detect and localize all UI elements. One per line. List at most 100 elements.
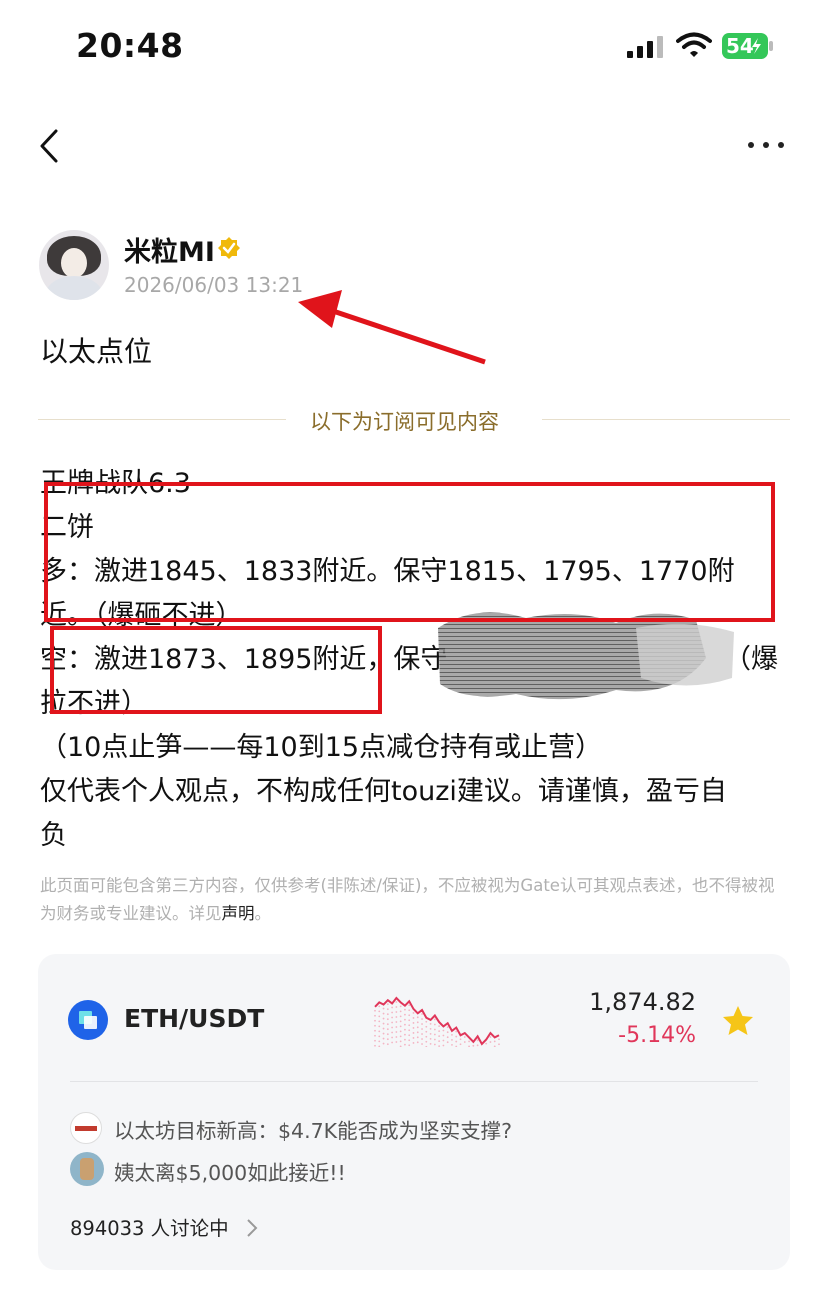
sparkline-fill-dot (391, 1021, 394, 1024)
sparkline-fill-dot (374, 1039, 376, 1042)
sparkline-fill-dot (391, 1031, 394, 1034)
verified-badge-icon (218, 237, 240, 259)
battery-icon: 54 (722, 33, 774, 59)
disclaimer-link[interactable]: 声明 (222, 904, 255, 923)
sparkline-fill-dot (399, 1005, 402, 1008)
sparkline-fill-dot (404, 1043, 406, 1046)
sparkline-fill-dot (408, 1004, 411, 1007)
news-item[interactable]: 以太坊目标新高：$4.7K能否成为坚实支撑? (114, 1114, 512, 1144)
sparkline-fill-dot (425, 1020, 428, 1023)
card-divider (70, 1081, 758, 1082)
sparkline-fill-dot (374, 1029, 376, 1032)
sparkline-fill-dot (374, 1034, 376, 1037)
sparkline-fill-dot (498, 1043, 500, 1046)
sparkline-fill-dot (459, 1038, 462, 1041)
sparkline-fill-dot (374, 1014, 376, 1017)
sparkline-fill-dot (451, 1043, 453, 1046)
sparkline-fill-dot (395, 1026, 398, 1028)
sparkline-fill-dot (399, 1015, 402, 1018)
sparkline-fill-dot (386, 1038, 389, 1041)
sparkline-fill-dot (395, 1021, 398, 1023)
sparkline-fill-dot (404, 1028, 406, 1031)
sparkline-fill-dot (412, 1037, 415, 1039)
sparkline-fill-dot (429, 1043, 432, 1045)
news-item[interactable]: 姨太离$5,000如此接近!! (114, 1156, 346, 1186)
sparkline-fill-dot (446, 1031, 449, 1034)
more-options-icon[interactable] (746, 135, 786, 155)
favorite-star-icon[interactable] (722, 1005, 754, 1037)
sparkline-fill-dot (421, 1018, 423, 1020)
sparkline-fill-dot (459, 1043, 462, 1046)
sparkline-fill-dot (395, 1006, 398, 1008)
sparkline-fill-dot (404, 1018, 406, 1021)
sparkline-fill-dot (382, 1042, 385, 1045)
sparkline-fill-dot (442, 1034, 445, 1037)
sparkline-fill-dot (489, 1041, 492, 1043)
sparkline-fill-dot (451, 1033, 453, 1036)
discussion-count[interactable]: 894033 人讨论中 (70, 1212, 229, 1241)
divider-right (542, 419, 790, 420)
sparkline-fill-dot (485, 1042, 488, 1045)
sparkline-fill-dot (446, 1036, 449, 1039)
sparkline-fill-dot (433, 1038, 436, 1041)
sparkline-fill-dot (429, 1033, 432, 1035)
sparkline-fill-dot (382, 1032, 385, 1035)
sparkline-fill-dot (378, 1020, 381, 1023)
back-arrow-icon[interactable] (36, 126, 66, 166)
author-name[interactable]: 米粒MI (124, 230, 215, 269)
sparkline-fill-dot (438, 1030, 441, 1032)
sparkline-fill-dot (378, 1025, 381, 1028)
sparkline-fill-dot (395, 1011, 398, 1013)
sparkline-fill-dot (455, 1030, 458, 1033)
sparkline-fill-dot (382, 1012, 385, 1015)
author-avatar[interactable] (39, 230, 109, 300)
sparkline-fill-dot (408, 1039, 411, 1042)
pair-change: -5.14% (618, 1023, 696, 1048)
sparkline-fill-dot (433, 1033, 436, 1036)
crypto-news-icon (70, 1112, 102, 1144)
sparkline-fill-dot (391, 1016, 394, 1019)
sparkline-fill-dot (378, 1010, 381, 1013)
sparkline-fill-dot (438, 1040, 441, 1042)
sparkline-fill-dot (493, 1045, 496, 1047)
sparkline-fill-dot (386, 1018, 389, 1021)
trading-pair[interactable]: ETH/USDT (124, 1004, 264, 1033)
sparkline-fill-dot (408, 1034, 411, 1037)
sparkline-fill-dot (386, 1008, 389, 1011)
highlight-box-long (44, 482, 775, 622)
sparkline-fill-dot (378, 1045, 381, 1047)
sparkline-fill-dot (412, 1027, 415, 1029)
sparkline-fill-dot (391, 1026, 394, 1029)
sparkline-fill-dot (468, 1045, 470, 1047)
sparkline-fill-dot (425, 1025, 428, 1028)
sparkline-fill-dot (451, 1038, 453, 1041)
sparkline-fill-dot (421, 1023, 423, 1025)
sparkline-fill-dot (429, 1028, 432, 1030)
sparkline-fill-dot (493, 1040, 496, 1043)
sparkline-fill-dot (442, 1029, 445, 1032)
post-timestamp: 2026/06/03 13:21 (124, 273, 304, 297)
disclaimer-text: 此页面可能包含第三方内容，仅供参考(非陈述/保证)，不应被视为Gate认可其观点… (40, 872, 780, 928)
chevron-right-icon[interactable] (246, 1218, 258, 1238)
sparkline-fill-dot (382, 1022, 385, 1025)
sparkline-fill-dot (378, 1040, 381, 1043)
sparkline-fill-dot (468, 1040, 470, 1043)
sparkline-fill-dot (386, 1033, 389, 1036)
eth-coin-icon (68, 1000, 108, 1040)
sparkline-fill-dot (489, 1036, 492, 1038)
sparkline-fill-dot (429, 1038, 432, 1040)
sparkline-fill-dot (374, 1044, 376, 1047)
sparkline-fill-dot (421, 1038, 423, 1040)
sparkline-fill-dot (412, 1042, 415, 1044)
sparkline-fill-dot (455, 1040, 458, 1043)
wifi-icon (676, 32, 712, 57)
sparkline-fill-dot (463, 1036, 466, 1038)
sparkline-fill-dot (433, 1043, 436, 1046)
sparkline-fill-dot (374, 1019, 376, 1022)
sparkline-fill-dot (382, 1027, 385, 1030)
sparkline-fill-dot (421, 1043, 423, 1045)
sparkline-fill-dot (433, 1018, 436, 1021)
sparkline-fill-dot (412, 1022, 415, 1024)
sparkline-fill-dot (416, 1036, 419, 1039)
sparkline-fill-dot (395, 1036, 398, 1038)
